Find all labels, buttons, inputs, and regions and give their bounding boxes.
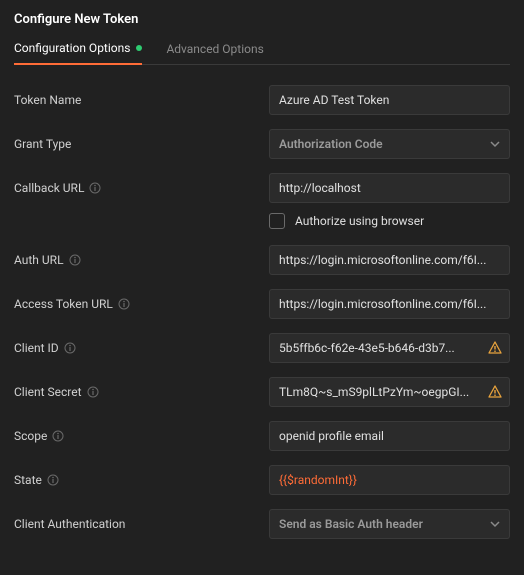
select-value: Authorization Code [279,137,383,151]
form: Token Name Grant Type Authorization Code… [0,65,524,567]
tabs: Configuration Options Advanced Options [14,41,510,65]
label-text: Scope [14,429,47,443]
tab-label: Advanced Options [166,42,263,56]
client-authentication-select[interactable]: Send as Basic Auth header [269,509,510,539]
state-input[interactable] [269,465,510,495]
token-name-input[interactable] [269,85,510,115]
warning-icon [488,341,502,355]
authorize-browser-label: Authorize using browser [295,214,424,228]
label-auth-url: Auth URL [14,253,269,267]
label-client-authentication: Client Authentication [14,517,269,531]
status-dot-icon [136,45,142,51]
label-text: Auth URL [14,253,64,267]
label-callback-url: Callback URL [14,181,269,195]
info-icon [52,430,64,442]
select-value: Send as Basic Auth header [279,517,423,531]
label-text: Client Authentication [14,517,125,531]
label-text: Client Secret [14,385,82,399]
info-icon [87,386,99,398]
tab-label: Configuration Options [14,41,130,55]
tab-configuration-options[interactable]: Configuration Options [14,41,142,65]
label-text: Token Name [14,93,81,107]
info-icon [64,342,76,354]
label-state: State [14,473,269,487]
page-title: Configure New Token [14,12,510,27]
label-client-secret: Client Secret [14,385,269,399]
chevron-down-icon [490,139,500,149]
info-icon [118,298,130,310]
client-id-input[interactable] [269,333,510,363]
authorize-browser-checkbox[interactable] [269,213,285,229]
warning-icon [488,385,502,399]
label-access-token-url: Access Token URL [14,297,269,311]
label-text: Callback URL [14,181,84,195]
label-token-name: Token Name [14,93,269,107]
label-text: Access Token URL [14,297,113,311]
label-text: State [14,473,42,487]
chevron-down-icon [490,519,500,529]
client-secret-input[interactable] [269,377,510,407]
label-grant-type: Grant Type [14,137,269,151]
scope-input[interactable] [269,421,510,451]
info-icon [47,474,59,486]
label-client-id: Client ID [14,341,269,355]
label-text: Client ID [14,341,59,355]
tab-advanced-options[interactable]: Advanced Options [166,41,263,65]
info-icon [69,254,81,266]
label-text: Grant Type [14,137,71,151]
auth-url-input[interactable] [269,245,510,275]
access-token-url-input[interactable] [269,289,510,319]
callback-url-input[interactable] [269,173,510,203]
label-scope: Scope [14,429,269,443]
grant-type-select[interactable]: Authorization Code [269,129,510,159]
info-icon [89,182,101,194]
